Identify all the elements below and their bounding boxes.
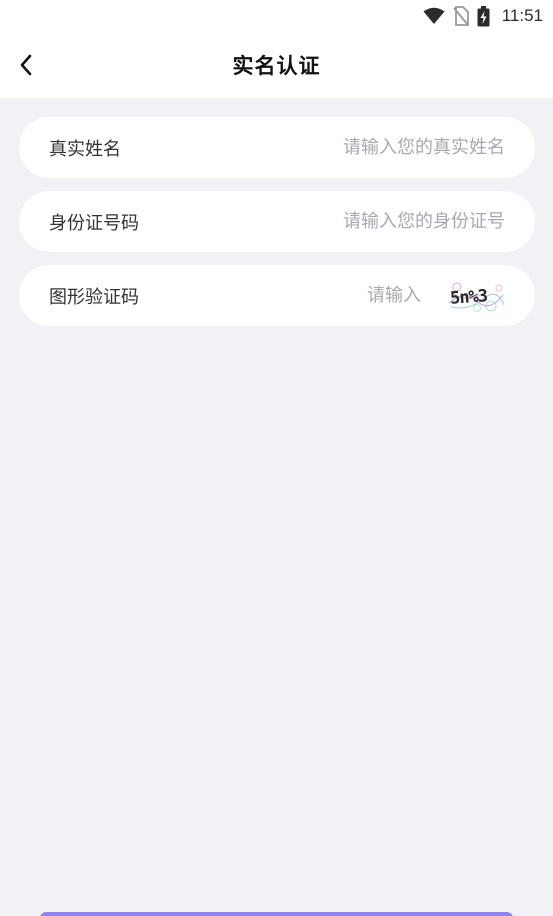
- no-sim-icon: [453, 6, 469, 26]
- wifi-icon: [423, 7, 445, 25]
- captcha-label: 图形验证码: [49, 286, 139, 308]
- page: 11:51 实名认证 真实姓名 身份证号码 图形验证码: [0, 0, 553, 916]
- submit-button[interactable]: [40, 912, 513, 916]
- status-time: 11:51: [501, 6, 543, 25]
- captcha-row: 图形验证码 5n%3: [19, 265, 535, 326]
- real-name-label: 真实姓名: [49, 138, 121, 160]
- back-button[interactable]: [10, 49, 42, 81]
- real-name-row: 真实姓名: [19, 117, 535, 178]
- status-bar: 11:51: [0, 0, 553, 32]
- verification-form: 真实姓名 身份证号码 图形验证码 5n%3: [19, 117, 535, 339]
- chevron-left-icon: [20, 54, 32, 76]
- captcha-input[interactable]: [139, 285, 421, 306]
- page-title: 实名认证: [232, 54, 321, 78]
- captcha-text: 5n%3: [449, 286, 488, 309]
- real-name-input[interactable]: [121, 137, 505, 158]
- captcha-image[interactable]: 5n%3: [447, 278, 505, 313]
- id-number-row: 身份证号码: [19, 191, 535, 252]
- battery-charging-icon: [477, 5, 490, 27]
- app-header: 实名认证: [0, 32, 553, 98]
- id-number-input[interactable]: [139, 211, 505, 232]
- id-number-label: 身份证号码: [49, 212, 139, 234]
